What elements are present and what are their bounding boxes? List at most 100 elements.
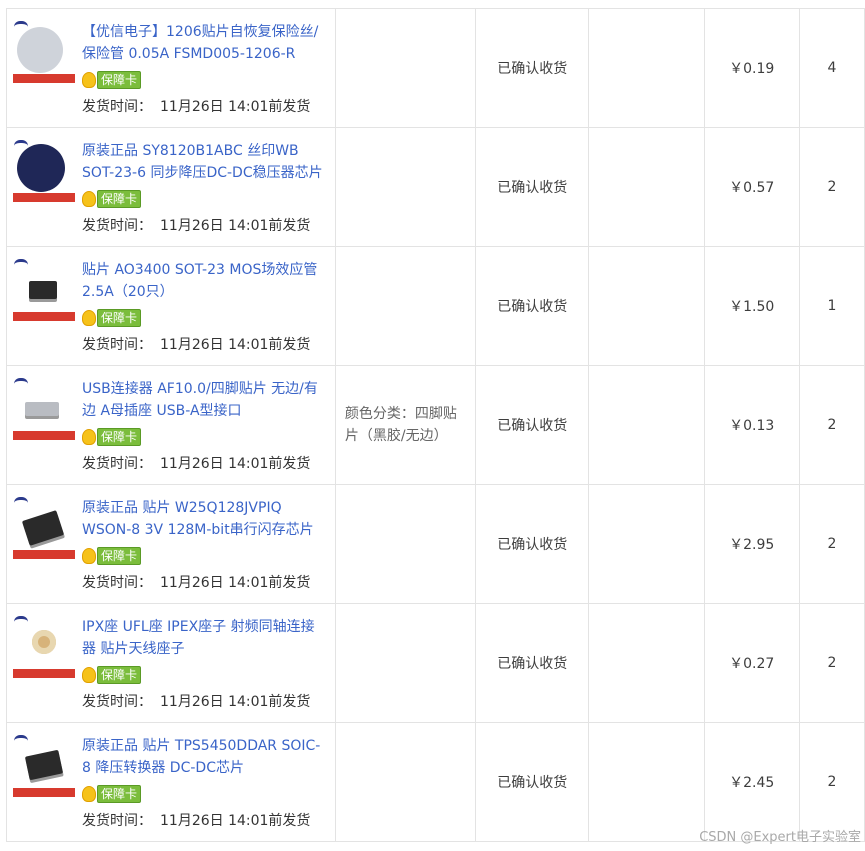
product-title-link[interactable]: 贴片 AO3400 SOT-23 MOS场效应管 2.5A（20只）: [82, 259, 327, 303]
ship-time: 发货时间： 11月26日 14:01前发货: [82, 453, 310, 473]
guarantee-card-badge[interactable]: 保障卡: [82, 785, 142, 803]
quantity-value: 4: [827, 60, 837, 76]
sot23-chip-icon: [29, 281, 57, 299]
guarantee-card-label: 保障卡: [97, 547, 142, 565]
product-thumbnail[interactable]: [13, 140, 75, 204]
watermark: CSDN @Expert电子实验室: [699, 830, 861, 845]
ship-time-value: 11月26日 14:01前发货: [160, 218, 311, 234]
guarantee-card-label: 保障卡: [97, 428, 142, 446]
thumbnail-banner: [13, 312, 75, 321]
product-info: 【优信电子】1206贴片自恢复保险丝/保险管 0.05A FSMD005-120…: [7, 9, 335, 127]
sku-cell: [334, 127, 477, 247]
order-status-cell: 已确认收货: [475, 603, 590, 723]
guarantee-card-label: 保障卡: [97, 309, 142, 327]
product-title-link[interactable]: USB连接器 AF10.0/四脚贴片 无边/有边 A母插座 USB-A型接口: [82, 378, 327, 422]
guarantee-card-label: 保障卡: [97, 666, 142, 684]
thumbnail-banner: [13, 74, 75, 83]
sot23-reel-icon: [17, 144, 65, 192]
thumbnail-banner: [13, 193, 75, 202]
product-thumbnail[interactable]: [13, 21, 75, 85]
flash-chip-icon: [21, 510, 65, 546]
order-row: 【优信电子】1206贴片自恢复保险丝/保险管 0.05A FSMD005-120…: [6, 8, 865, 128]
quantity-cell: 2: [798, 365, 865, 485]
shop-logo-icon: [14, 259, 28, 270]
product-title-link[interactable]: 原装正品 贴片 W25Q128JVPIQ WSON-8 3V 128M-bit串…: [82, 497, 327, 541]
product-cell: 原装正品 SY8120B1ABC 丝印WB SOT-23-6 同步降压DC-DC…: [6, 127, 336, 247]
ship-time-value: 11月26日 14:01前发货: [160, 694, 311, 710]
ship-time-value: 11月26日 14:01前发货: [160, 575, 311, 591]
product-info: IPX座 UFL座 IPEX座子 射频同轴连接器 贴片天线座子 保障卡 发货时间…: [7, 604, 335, 722]
medal-icon: [82, 548, 96, 564]
order-row: 贴片 AO3400 SOT-23 MOS场效应管 2.5A（20只） 保障卡 发…: [6, 246, 865, 366]
quantity-value: 2: [827, 417, 837, 433]
order-status-cell: 已确认收货: [475, 127, 590, 247]
unit-price: ￥0.19: [729, 61, 775, 77]
guarantee-card-badge[interactable]: 保障卡: [82, 428, 142, 446]
product-title-link[interactable]: 【优信电子】1206贴片自恢复保险丝/保险管 0.05A FSMD005-120…: [82, 21, 327, 65]
product-title-link[interactable]: 原装正品 SY8120B1ABC 丝印WB SOT-23-6 同步降压DC-DC…: [82, 140, 327, 184]
memo-cell: [588, 246, 705, 366]
medal-icon: [82, 429, 96, 445]
product-title-link[interactable]: 原装正品 贴片 TPS5450DDAR SOIC-8 降压转换器 DC-DC芯片: [82, 735, 327, 779]
order-row: 原装正品 SY8120B1ABC 丝印WB SOT-23-6 同步降压DC-DC…: [6, 127, 865, 247]
guarantee-card-badge[interactable]: 保障卡: [82, 666, 142, 684]
thumbnail-banner: [13, 550, 75, 559]
quantity-value: 1: [827, 298, 837, 314]
price-cell: ￥0.57: [703, 127, 800, 247]
guarantee-card-badge[interactable]: 保障卡: [82, 190, 142, 208]
ship-time-value: 11月26日 14:01前发货: [160, 337, 311, 353]
sku-cell: [334, 603, 477, 723]
ship-time: 发货时间： 11月26日 14:01前发货: [82, 810, 310, 830]
ship-time-label: 发货时间：: [82, 218, 152, 234]
sku-option-text: 颜色分类：四脚贴片（黑胶/无边）: [344, 406, 457, 444]
ipex-connector-icon: [32, 630, 56, 654]
fuse-reel-icon: [17, 27, 63, 73]
shop-logo-icon: [14, 616, 28, 627]
order-row: USB连接器 AF10.0/四脚贴片 无边/有边 A母插座 USB-A型接口 保…: [6, 365, 865, 485]
product-thumbnail[interactable]: [13, 259, 75, 323]
unit-price: ￥2.95: [729, 537, 775, 553]
unit-price: ￥2.45: [729, 775, 775, 791]
order-status-text: 已确认收货: [497, 418, 568, 434]
guarantee-card-badge[interactable]: 保障卡: [82, 71, 142, 89]
product-info: 贴片 AO3400 SOT-23 MOS场效应管 2.5A（20只） 保障卡 发…: [7, 247, 335, 365]
ship-time-label: 发货时间：: [82, 99, 152, 115]
product-cell: 贴片 AO3400 SOT-23 MOS场效应管 2.5A（20只） 保障卡 发…: [6, 246, 336, 366]
ship-time-label: 发货时间：: [82, 813, 152, 829]
ship-time: 发货时间： 11月26日 14:01前发货: [82, 96, 310, 116]
product-title-link[interactable]: IPX座 UFL座 IPEX座子 射频同轴连接器 贴片天线座子: [82, 616, 327, 660]
order-status-text: 已确认收货: [497, 299, 568, 315]
ship-time-label: 发货时间：: [82, 456, 152, 472]
memo-cell: [588, 484, 705, 604]
quantity-cell: 2: [798, 722, 865, 842]
product-thumbnail[interactable]: [13, 735, 75, 799]
order-status-text: 已确认收货: [497, 61, 568, 77]
product-cell: 原装正品 贴片 W25Q128JVPIQ WSON-8 3V 128M-bit串…: [6, 484, 336, 604]
soic-chip-icon: [24, 749, 64, 781]
unit-price: ￥0.27: [729, 656, 775, 672]
ship-time-value: 11月26日 14:01前发货: [160, 99, 311, 115]
guarantee-card-badge[interactable]: 保障卡: [82, 309, 142, 327]
price-cell: ￥0.13: [703, 365, 800, 485]
ship-time: 发货时间： 11月26日 14:01前发货: [82, 572, 310, 592]
guarantee-card-badge[interactable]: 保障卡: [82, 547, 142, 565]
quantity-value: 2: [827, 179, 837, 195]
product-cell: IPX座 UFL座 IPEX座子 射频同轴连接器 贴片天线座子 保障卡 发货时间…: [6, 603, 336, 723]
memo-cell: [588, 127, 705, 247]
usb-connector-icon: [25, 402, 59, 416]
price-cell: ￥2.95: [703, 484, 800, 604]
ship-time-value: 11月26日 14:01前发货: [160, 813, 311, 829]
product-thumbnail[interactable]: [13, 497, 75, 561]
sku-cell: [334, 246, 477, 366]
quantity-cell: 2: [798, 603, 865, 723]
order-items-body: 【优信电子】1206贴片自恢复保险丝/保险管 0.05A FSMD005-120…: [6, 8, 865, 842]
product-thumbnail[interactable]: [13, 616, 75, 680]
product-thumbnail[interactable]: [13, 378, 75, 442]
quantity-cell: 2: [798, 484, 865, 604]
ship-time-label: 发货时间：: [82, 575, 152, 591]
memo-cell: [588, 8, 705, 128]
guarantee-card-label: 保障卡: [97, 71, 142, 89]
memo-cell: [588, 722, 705, 842]
shop-logo-icon: [14, 378, 28, 389]
order-row: 原装正品 贴片 W25Q128JVPIQ WSON-8 3V 128M-bit串…: [6, 484, 865, 604]
